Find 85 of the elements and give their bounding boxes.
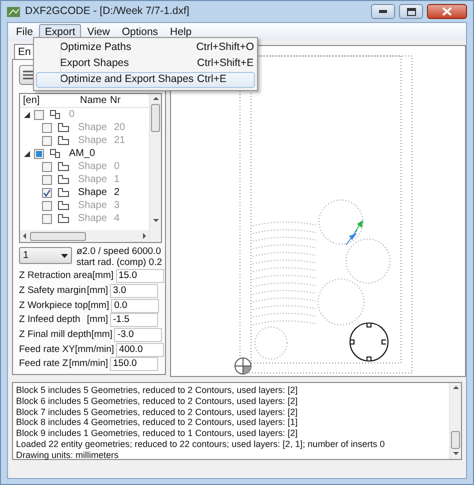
unit-label: [mm] bbox=[88, 298, 110, 313]
shape-number: 3 bbox=[114, 199, 120, 212]
scrollbar-thumb[interactable] bbox=[151, 104, 160, 132]
parameter-field[interactable]: 0.0 bbox=[111, 298, 160, 313]
menu-item[interactable]: Optimize Paths Ctrl+Shift+O bbox=[36, 40, 255, 56]
log-line: Block 5 includes 5 Geometries, reduced to 2 Contours, used layers: [2] bbox=[16, 385, 299, 396]
shape-icon bbox=[57, 187, 70, 198]
column-header[interactable]: Name bbox=[80, 93, 110, 108]
maximize-button[interactable] bbox=[399, 4, 423, 19]
direction-arrow-icon bbox=[346, 220, 363, 246]
menu-item[interactable]: Export Shapes Ctrl+Shift+E bbox=[36, 56, 255, 72]
menu-item[interactable]: File bbox=[10, 24, 39, 40]
parameter-label: Feed rate Z bbox=[19, 357, 69, 372]
expand-arrow-icon[interactable] bbox=[24, 150, 30, 156]
log-line: Block 9 includes 1 Geometries, reduced to 1 Contours, used layers: [2] bbox=[16, 428, 299, 439]
scrollbar-thumb[interactable] bbox=[30, 232, 86, 240]
checkbox[interactable] bbox=[34, 110, 44, 120]
shape-name[interactable]: Shape bbox=[78, 186, 114, 199]
shape-number: 1 bbox=[114, 173, 120, 186]
unit-label: [mm] bbox=[92, 269, 114, 284]
app-icon bbox=[7, 6, 21, 18]
parameter-field[interactable]: -1.5 bbox=[110, 313, 158, 328]
menu-item[interactable]: View bbox=[81, 24, 116, 40]
parameter-label: Z Retraction area bbox=[19, 269, 92, 284]
parameter-label: Z Workpiece top bbox=[19, 298, 88, 313]
shape-number: 2 bbox=[114, 186, 120, 199]
log-line: Drawing units: millimeters bbox=[16, 450, 120, 461]
checkbox[interactable] bbox=[42, 122, 52, 132]
unit-label: [mm/min] bbox=[74, 342, 114, 357]
parameter-label: Feed rate XY bbox=[19, 342, 75, 357]
shape-icon bbox=[57, 200, 70, 211]
checkbox[interactable] bbox=[42, 214, 52, 224]
minimize-button[interactable] bbox=[371, 4, 395, 19]
unit-label: [mm] bbox=[86, 284, 108, 298]
scrollbar-thumb[interactable] bbox=[451, 431, 460, 449]
layer-name[interactable]: AM_0 bbox=[69, 147, 96, 160]
checkbox[interactable] bbox=[42, 200, 52, 210]
shape-icon bbox=[57, 161, 70, 172]
log-line: Loaded 22 entity geometries; reduced to 22 contours; used layers: [2, 1]; number of inserts 0 bbox=[16, 438, 386, 450]
column-header[interactable]: Nr bbox=[110, 93, 130, 108]
shape-number: 0 bbox=[114, 160, 120, 173]
menu-item[interactable]: Optimize and Export Shapes Ctrl+E bbox=[36, 72, 255, 88]
log-line: Block 6 includes 5 Geometries, reduced to 2 Contours, used layers: [2] bbox=[16, 396, 299, 407]
expand-arrow-icon[interactable] bbox=[24, 112, 30, 118]
layer-icon bbox=[49, 109, 61, 120]
shape-icon bbox=[57, 135, 70, 146]
window-title: DXF2GCODE - [D:/Week 7/7-1.dxf] bbox=[25, 4, 190, 19]
layer-icon bbox=[49, 148, 61, 159]
tool-info: start rad. (comp) 0.2 bbox=[76, 258, 162, 268]
checkbox[interactable] bbox=[42, 174, 52, 184]
close-icon bbox=[442, 7, 452, 16]
parameter-field[interactable]: 3.0 bbox=[110, 284, 158, 298]
checkbox[interactable] bbox=[42, 188, 52, 198]
unit-label: [mm] bbox=[86, 313, 108, 328]
parameter-field[interactable]: 150.0 bbox=[110, 357, 158, 372]
parameter-label: Z Final mill depth bbox=[19, 328, 92, 342]
tool-info: ø2.0 / speed 6000.0 bbox=[76, 247, 162, 258]
menu-icon bbox=[23, 70, 34, 80]
minimize-icon bbox=[379, 10, 387, 13]
shape-icon bbox=[57, 174, 70, 185]
checkbox[interactable] bbox=[34, 148, 44, 158]
origin-icon bbox=[234, 358, 252, 374]
parameter-label: Z Infeed depth bbox=[19, 313, 82, 328]
checkbox[interactable] bbox=[42, 162, 52, 172]
shape-number: 20 bbox=[114, 121, 126, 134]
checkbox[interactable] bbox=[42, 136, 52, 146]
menu-item[interactable]: Options bbox=[116, 24, 164, 40]
log-line: Block 7 includes 5 Geometries, reduced to 2 Contours, used layers: [2] bbox=[16, 406, 299, 418]
shape-number: 4 bbox=[114, 212, 120, 225]
menu-item[interactable]: Help bbox=[164, 24, 198, 40]
shape-icon bbox=[57, 122, 70, 133]
shape-icon bbox=[57, 213, 70, 224]
unit-label: [mm] bbox=[91, 328, 112, 342]
tool-dropdown[interactable]: 1 bbox=[19, 247, 72, 264]
parameter-field[interactable]: 400.0 bbox=[116, 342, 164, 357]
unit-label: [mm/min] bbox=[68, 357, 108, 372]
parameter-field[interactable]: 15.0 bbox=[116, 269, 164, 284]
caret-icon bbox=[61, 254, 68, 258]
maximize-icon bbox=[406, 8, 416, 16]
column-header[interactable]: [en] bbox=[20, 93, 80, 108]
close-button[interactable] bbox=[427, 4, 467, 19]
log-line: Block 8 includes 4 Geometries, reduced to 2 Contours, used layers: [1] bbox=[16, 417, 299, 428]
parameter-field[interactable]: -3.0 bbox=[114, 328, 162, 342]
shape-number: 21 bbox=[114, 134, 126, 147]
parameter-label: Z Safety margin bbox=[19, 284, 87, 298]
